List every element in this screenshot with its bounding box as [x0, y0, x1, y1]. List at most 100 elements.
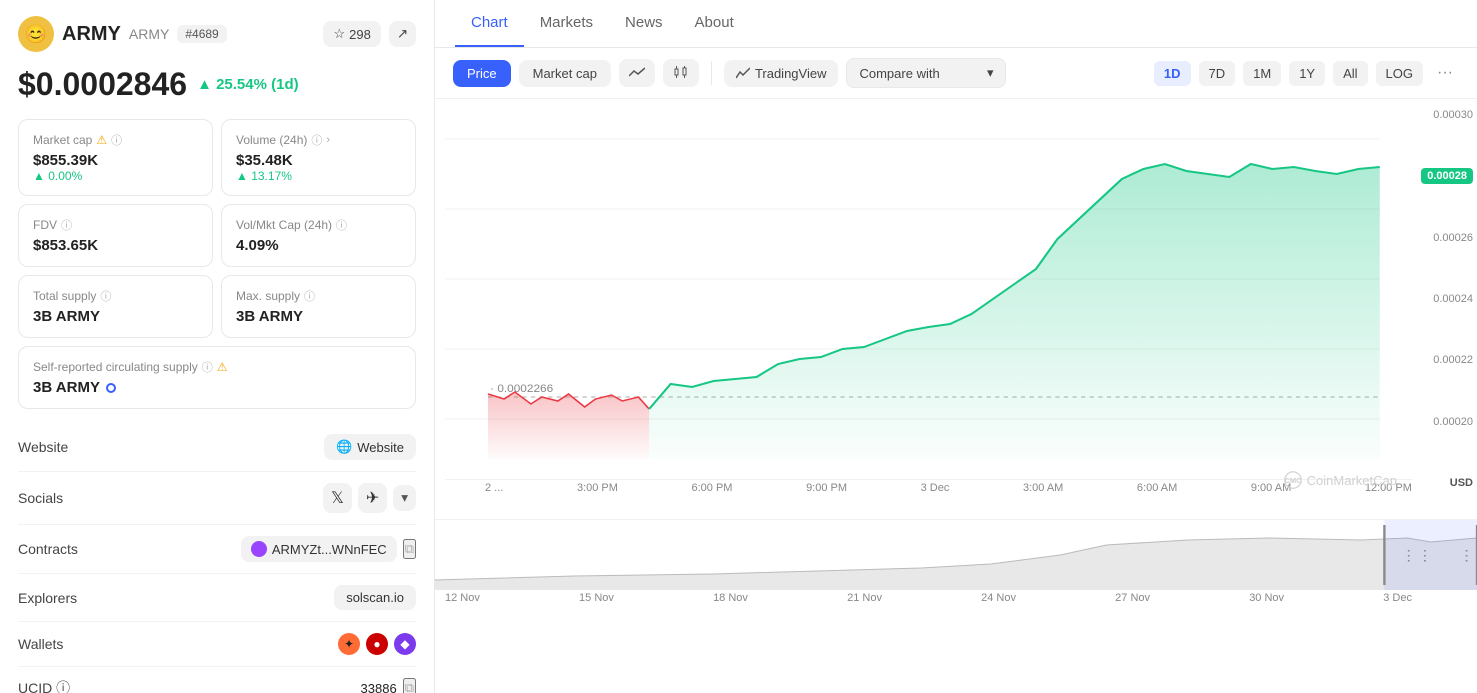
wallet-icon-2[interactable]: ● — [366, 633, 388, 655]
twitter-button[interactable]: 𝕏 — [323, 483, 352, 513]
website-button[interactable]: 🌐 Website — [324, 434, 416, 460]
info-icon: ⓘ — [111, 132, 122, 148]
mini-x-label-4: 24 Nov — [981, 592, 1016, 604]
warning-icon: ⚠ — [96, 133, 107, 147]
mini-x-label-6: 30 Nov — [1249, 592, 1284, 604]
info-section: Website 🌐 Website Socials 𝕏 ✈ ▾ Contract… — [18, 423, 416, 693]
info-icon3: ⓘ — [61, 217, 72, 233]
max-supply-label: Max. supply ⓘ — [236, 288, 401, 304]
x-label-1: 3:00 PM — [577, 482, 618, 494]
max-supply-card: Max. supply ⓘ 3B ARMY — [221, 275, 416, 338]
y-axis: 0.00030 0.00028 0.00026 0.00024 0.00022 … — [1412, 99, 1477, 519]
star-icon: ☆ — [333, 26, 345, 42]
tab-news[interactable]: News — [609, 0, 679, 47]
info-icon4: ⓘ — [336, 217, 347, 233]
website-row: Website 🌐 Website — [18, 423, 416, 472]
market-cap-change: ▲ 0.00% — [33, 169, 198, 183]
current-price: $0.0002846 — [18, 66, 187, 103]
socials-dropdown-button[interactable]: ▾ — [393, 485, 416, 511]
svg-text:⋮⋮: ⋮⋮ — [1458, 548, 1477, 564]
vol-mkt-label: Vol/Mkt Cap (24h) ⓘ — [236, 217, 401, 233]
time-7d-button[interactable]: 7D — [1199, 61, 1236, 86]
vol-mkt-value: 4.09% — [236, 237, 401, 254]
time-1m-button[interactable]: 1M — [1243, 61, 1281, 86]
token-header: 😊 ARMY ARMY #4689 ☆ 298 ↗ — [18, 16, 416, 52]
explorers-value: solscan.io — [334, 585, 416, 610]
vol-mkt-card: Vol/Mkt Cap (24h) ⓘ 4.09% — [221, 204, 416, 267]
fdv-card: FDV ⓘ $853.65K — [18, 204, 213, 267]
tab-markets[interactable]: Markets — [524, 0, 609, 47]
total-supply-card: Total supply ⓘ 3B ARMY — [18, 275, 213, 338]
x-axis: 2 ... 3:00 PM 6:00 PM 9:00 PM 3 Dec 3:00… — [445, 479, 1412, 494]
circle-dot-icon — [106, 383, 116, 393]
socials-label: Socials — [18, 490, 63, 506]
website-value: 🌐 Website — [324, 434, 416, 460]
circ-supply-value: 3B ARMY — [33, 379, 401, 396]
x-label-3: 9:00 PM — [806, 482, 847, 494]
mini-chart-svg: ⋮⋮ ⋮⋮ — [435, 520, 1477, 590]
market-cap-value: $855.39K — [33, 152, 198, 169]
explorer-button[interactable]: solscan.io — [334, 585, 416, 610]
share-icon: ↗ — [397, 26, 408, 41]
total-supply-value: 3B ARMY — [33, 308, 198, 325]
market-cap-button[interactable]: Market cap — [519, 60, 611, 87]
token-name: ARMY — [62, 23, 121, 46]
star-button[interactable]: ☆ 298 — [323, 21, 380, 47]
info-icon5: ⓘ — [100, 288, 111, 304]
info-icon8: ⓘ — [56, 680, 70, 693]
x-label-4: 3 Dec — [921, 482, 950, 494]
line-chart-icon-button[interactable] — [619, 59, 655, 87]
wallet-icon-1[interactable]: ✦ — [338, 633, 360, 655]
info-icon7: ⓘ — [202, 359, 213, 375]
time-1d-button[interactable]: 1D — [1154, 61, 1191, 86]
current-price-badge: 0.00028 — [1421, 168, 1473, 184]
contracts-row: Contracts ARMYZt...WNnFEC ⧉ — [18, 525, 416, 574]
toolbar-divider — [711, 61, 712, 85]
copy-ucid-button[interactable]: ⧉ — [403, 678, 416, 693]
chart-svg-container: · 0.0002266 2 ... 3:00 PM 6:00 PM 9:00 P… — [435, 99, 1412, 519]
tab-chart[interactable]: Chart — [455, 0, 524, 47]
price-row: $0.0002846 ▲ 25.54% (1d) — [18, 66, 416, 103]
chart-main: · 0.0002266 2 ... 3:00 PM 6:00 PM 9:00 P… — [435, 99, 1477, 519]
right-panel: Chart Markets News About Price Market ca… — [435, 0, 1477, 693]
explorers-row: Explorers solscan.io — [18, 574, 416, 622]
x-label-5: 3:00 AM — [1023, 482, 1063, 494]
y-label-3: 0.00024 — [1412, 293, 1473, 305]
time-log-button[interactable]: LOG — [1376, 61, 1423, 86]
mini-x-label-0: 12 Nov — [445, 592, 480, 604]
chart-toolbar: Price Market cap TradingView Compare wit… — [435, 48, 1477, 99]
solana-logo — [251, 541, 267, 557]
svg-text:· 0.0002266: · 0.0002266 — [490, 383, 553, 395]
wallet-icon-3[interactable]: ◆ — [394, 633, 416, 655]
socials-row: Socials 𝕏 ✈ ▾ — [18, 472, 416, 525]
mini-x-label-3: 21 Nov — [847, 592, 882, 604]
time-1y-button[interactable]: 1Y — [1289, 61, 1325, 86]
candle-chart-icon-button[interactable] — [663, 59, 699, 87]
token-identity: 😊 ARMY ARMY #4689 — [18, 16, 227, 52]
more-options-button[interactable]: ··· — [1431, 60, 1459, 86]
mini-x-axis: 12 Nov 15 Nov 18 Nov 21 Nov 24 Nov 27 No… — [435, 590, 1477, 604]
chevron-down-icon: ▾ — [987, 65, 994, 81]
y-label-4: 0.00022 — [1412, 354, 1473, 366]
trading-view-button[interactable]: TradingView — [724, 60, 839, 87]
contract-button[interactable]: ARMYZt...WNnFEC — [241, 536, 397, 562]
ucid-value: 33886 ⧉ — [361, 678, 416, 693]
coinmarketcap-watermark: CMC CoinMarketCap — [1284, 471, 1397, 489]
price-button[interactable]: Price — [453, 60, 511, 87]
token-rank: #4689 — [177, 25, 226, 43]
usd-label: USD — [1412, 477, 1473, 489]
total-supply-label: Total supply ⓘ — [33, 288, 198, 304]
arrow-icon[interactable]: › — [326, 134, 330, 146]
time-all-button[interactable]: All — [1333, 61, 1367, 86]
x-label-2: 6:00 PM — [692, 482, 733, 494]
telegram-button[interactable]: ✈ — [358, 483, 387, 513]
contracts-label: Contracts — [18, 541, 78, 557]
ucid-row: UCID ⓘ 33886 ⧉ — [18, 667, 416, 693]
market-cap-card: Market cap ⚠ ⓘ $855.39K ▲ 0.00% — [18, 119, 213, 196]
share-button[interactable]: ↗ — [389, 21, 416, 47]
tab-about[interactable]: About — [679, 0, 750, 47]
wallets-value: ✦ ● ◆ — [338, 633, 416, 655]
compare-with-button[interactable]: Compare with ▾ — [846, 58, 1006, 88]
info-icon2: ⓘ — [311, 132, 322, 148]
copy-contract-button[interactable]: ⧉ — [403, 539, 416, 559]
